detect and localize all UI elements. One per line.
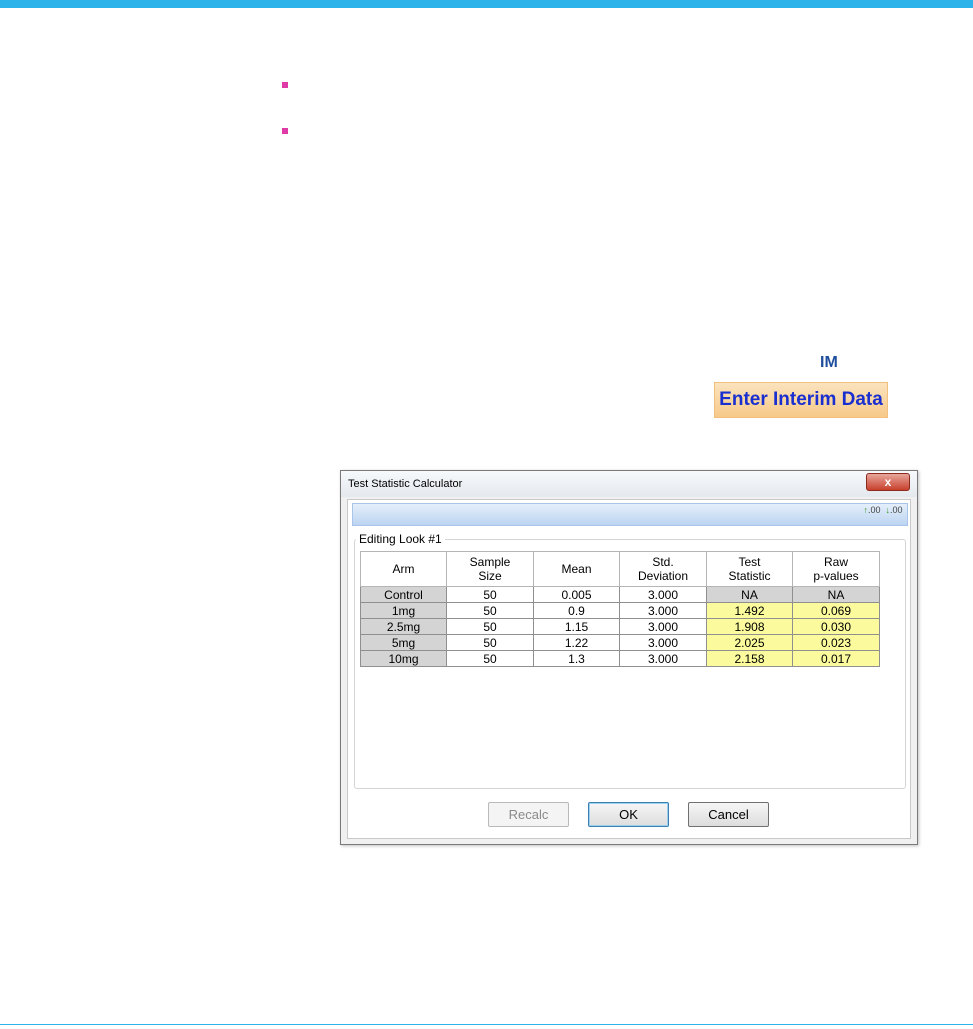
arm-cell: 1mg (360, 602, 447, 619)
dialog-title: Test Statistic Calculator (348, 478, 463, 490)
decrease-decimal-icon[interactable]: ↓.00 (885, 506, 903, 523)
std-deviation-cell[interactable]: 3.000 (619, 602, 707, 619)
arm-cell: 5mg (360, 634, 447, 651)
column-header-test-statistic: Test Statistic (706, 551, 793, 587)
mean-cell[interactable]: 1.3 (533, 650, 620, 667)
table-row: 2.5mg 50 1.15 3.000 1.908 0.030 (360, 618, 880, 635)
arm-cell: 10mg (360, 650, 447, 667)
im-label: IM (820, 354, 838, 371)
increase-decimal-icon[interactable]: ↑.00 (863, 506, 881, 523)
p-value-cell: 0.030 (792, 618, 880, 635)
table-row: 1mg 50 0.9 3.000 1.492 0.069 (360, 602, 880, 619)
p-value-cell: 0.023 (792, 634, 880, 651)
test-statistic-cell: 2.025 (706, 634, 793, 651)
std-deviation-cell[interactable]: 3.000 (619, 618, 707, 635)
bottom-rule (0, 1024, 973, 1025)
close-icon[interactable]: x (866, 473, 910, 491)
table-row: 5mg 50 1.22 3.000 2.025 0.023 (360, 634, 880, 651)
table-row: Control 50 0.005 3.000 NA NA (360, 586, 880, 603)
bullet-marker (282, 128, 288, 134)
bullet-marker (282, 82, 288, 88)
mean-cell[interactable]: 1.15 (533, 618, 620, 635)
sample-size-cell[interactable]: 50 (446, 586, 534, 603)
test-statistic-calculator-dialog: Test Statistic Calculator x ↑.00 ↓.00 Ed… (340, 470, 918, 845)
recalc-button[interactable]: Recalc (488, 802, 569, 827)
mean-cell[interactable]: 1.22 (533, 634, 620, 651)
column-header-sample-size: Sample Size (446, 551, 534, 587)
p-value-cell: NA (792, 586, 880, 603)
column-header-arm: Arm (360, 551, 447, 587)
arm-cell: Control (360, 586, 447, 603)
mean-cell[interactable]: 0.005 (533, 586, 620, 603)
sample-size-cell[interactable]: 50 (446, 618, 534, 635)
std-deviation-cell[interactable]: 3.000 (619, 586, 707, 603)
column-header-mean: Mean (533, 551, 620, 587)
group-label: Editing Look #1 (356, 532, 445, 546)
dialog-titlebar: Test Statistic Calculator x (341, 471, 917, 497)
std-deviation-cell[interactable]: 3.000 (619, 650, 707, 667)
test-statistic-cell: 1.492 (706, 602, 793, 619)
sample-size-cell[interactable]: 50 (446, 650, 534, 667)
dialog-body: ↑.00 ↓.00 Editing Look #1 Arm Sample Size… (347, 499, 911, 839)
cancel-button[interactable]: Cancel (688, 802, 769, 827)
sample-size-cell[interactable]: 50 (446, 634, 534, 651)
test-statistic-cell: 1.908 (706, 618, 793, 635)
sample-size-cell[interactable]: 50 (446, 602, 534, 619)
column-header-raw-p-values: Raw p-values (792, 551, 880, 587)
test-statistic-cell: NA (706, 586, 793, 603)
top-accent-bar (0, 0, 973, 8)
p-value-cell: 0.069 (792, 602, 880, 619)
p-value-cell: 0.017 (792, 650, 880, 667)
data-grid: Arm Sample Size Mean Std. Deviation Test St… (360, 551, 880, 667)
decimal-toolbar: ↑.00 ↓.00 (352, 503, 908, 526)
ok-button[interactable]: OK (588, 802, 669, 827)
enter-interim-data-button[interactable]: Enter Interim Data (714, 382, 888, 418)
mean-cell[interactable]: 0.9 (533, 602, 620, 619)
test-statistic-cell: 2.158 (706, 650, 793, 667)
std-deviation-cell[interactable]: 3.000 (619, 634, 707, 651)
table-row: 10mg 50 1.3 3.000 2.158 0.017 (360, 650, 880, 667)
column-header-std-deviation: Std. Deviation (619, 551, 707, 587)
arm-cell: 2.5mg (360, 618, 447, 635)
